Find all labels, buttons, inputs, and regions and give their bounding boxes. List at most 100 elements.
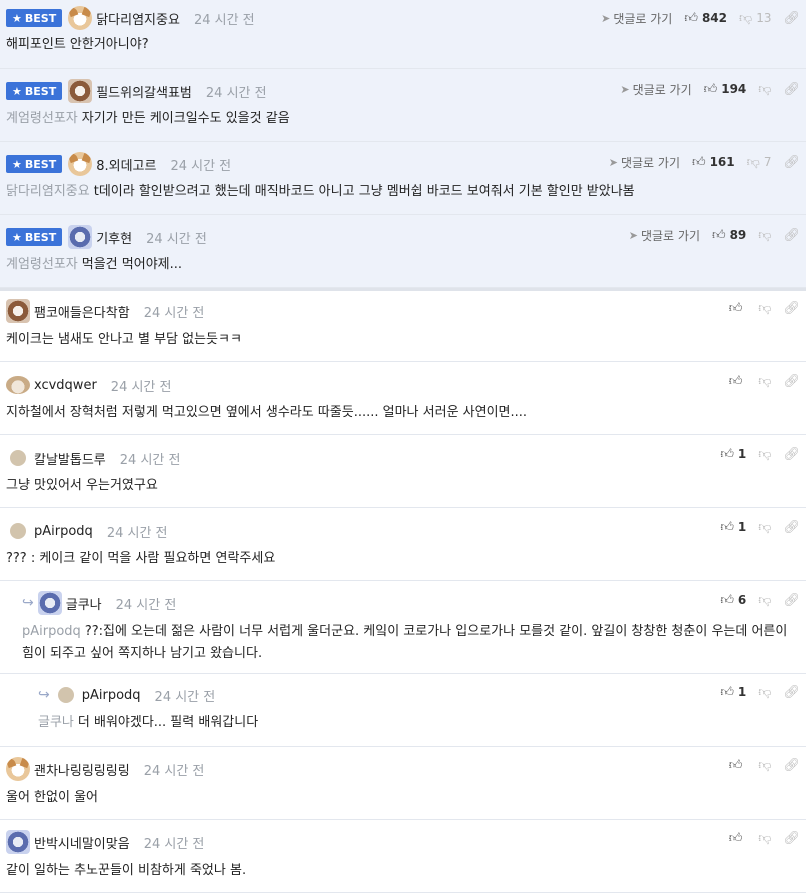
comment-header: 반박시네말이맞음 24 시간 전 [6,830,204,854]
best-comment: ★ BEST 닭다리염지중요 24 시간 전 ➤ 댓글로 가기 👍︎ 842 👎︎ 13… [0,0,806,69]
share-link-button[interactable]: 🔗︎ [783,82,800,97]
share-link-button[interactable]: 🔗︎ [783,374,800,389]
nickname[interactable]: 닭다리염지중요 [96,9,180,28]
timestamp: 24 시간 전 [143,305,205,321]
share-link-button[interactable]: 🔗︎ [783,520,800,535]
downvote-button[interactable]: 👎︎ [758,593,771,608]
nickname[interactable]: 반박시네말이맞음 [34,833,130,852]
reply-target[interactable]: 계엄령선포자 [6,257,78,272]
nickname[interactable]: 칼날발톱드루 [34,449,106,468]
comment-header: 팸코애들은다착함 24 시간 전 [6,299,204,323]
upvote-button[interactable]: 👍︎ 1 [720,685,746,700]
link-icon: 🔗︎ [783,227,800,243]
thumbs-down-icon: 👎︎ [758,446,772,462]
nickname[interactable]: 기후현 [96,228,132,247]
comment-header: ★ BEST 8.외데고르 24 시간 전 [6,152,231,176]
nickname[interactable]: pAirpodq [82,688,141,703]
upvote-button[interactable]: 👍︎ [729,374,747,389]
comment-text: pAirpodq ??:집에 오는데 젊은 사람이 너무 서럽게 울더군요. 케잌… [22,624,788,661]
thumbs-up-icon: 👍︎ [728,300,743,316]
upvote-button[interactable]: 👍︎ [729,758,747,773]
upvote-button[interactable]: 👍︎ 842 [684,11,727,26]
nickname[interactable]: 필드위의갈색표범 [96,82,192,101]
link-icon: 🔗︎ [783,81,800,97]
nickname[interactable]: 8.외데고르 [96,155,156,174]
share-link-button[interactable]: 🔗︎ [783,301,800,316]
thumbs-down-icon: 👎︎ [758,81,772,97]
upvote-button[interactable]: 👍︎ 6 [720,593,746,608]
avatar[interactable] [6,830,30,854]
nickname[interactable]: xcvdqwer [34,378,97,393]
star-icon: ★ [12,230,22,244]
reply-target[interactable]: 글쿠나 [38,715,74,730]
downvote-button[interactable]: 👎︎ [758,374,771,389]
share-link-button[interactable]: 🔗︎ [783,155,800,170]
share-link-button[interactable]: 🔗︎ [783,758,800,773]
avatar[interactable] [10,450,26,466]
share-link-button[interactable]: 🔗︎ [783,447,800,462]
upvote-button[interactable]: 👍︎ [729,301,747,316]
thumbs-up-icon: 👍︎ [720,684,734,700]
avatar[interactable] [68,79,93,103]
thumbs-up-icon: 👍︎ [703,81,718,97]
downvote-button[interactable]: 👎︎ [758,301,771,316]
comment-tools: ➤ 댓글로 가기 👍︎ 161 👎︎ 7 🔗︎ [609,150,800,174]
comment-tools: ➤ 댓글로 가기 👍︎ 842 👎︎ 13 🔗︎ [601,6,800,30]
avatar[interactable] [68,152,93,176]
thumbs-up-icon: 👍︎ [684,10,698,26]
downvote-button[interactable]: 👎︎ [758,228,771,243]
comment: 팸코애들은다착함 24 시간 전 👍︎ 👎︎ 🔗︎ 케이크는 냄새도 안나고 별… [0,291,806,362]
share-link-button[interactable]: 🔗︎ [783,685,800,700]
nickname[interactable]: 글쿠나 [66,594,102,613]
upvote-button[interactable]: 👍︎ 89 [712,228,746,243]
reply-target[interactable]: 계엄령선포자 [6,111,78,126]
goto-comment-link[interactable]: ➤ 댓글로 가기 [620,81,691,98]
goto-comment-link[interactable]: ➤ 댓글로 가기 [629,227,700,244]
reply-target[interactable]: 닭다리염지중요 [6,184,90,199]
comment-text: 계엄령선포자 먹을건 먹어야제... [6,257,183,272]
downvote-button[interactable]: 👎︎ 7 [747,155,772,170]
nickname[interactable]: 팸코애들은다착함 [34,302,130,321]
send-arrow-icon: ➤ [608,155,618,169]
share-link-button[interactable]: 🔗︎ [783,831,800,846]
downvote-button[interactable]: 👎︎ 13 [739,11,771,26]
downvote-button[interactable]: 👎︎ [758,520,771,535]
share-link-button[interactable]: 🔗︎ [783,593,800,608]
upvote-button[interactable]: 👍︎ 1 [720,520,746,535]
avatar[interactable] [6,376,30,394]
share-link-button[interactable]: 🔗︎ [783,11,800,26]
avatar[interactable] [6,299,30,323]
upvote-button[interactable]: 👍︎ [729,831,747,846]
avatar[interactable] [68,225,93,249]
downvote-button[interactable]: 👎︎ [758,447,771,462]
downvote-button[interactable]: 👎︎ [758,82,771,97]
goto-comment-link[interactable]: ➤ 댓글로 가기 [609,154,680,171]
avatar[interactable] [10,523,26,539]
upvote-button[interactable]: 👍︎ 194 [704,82,747,97]
comment-tools: 👍︎ 👎︎ 🔗︎ [729,753,800,777]
comment-header: 괜차나링링링링링 24 시간 전 [6,757,204,781]
comment-text: 닭다리염지중요 t데이라 할인받으려고 했는데 매직바코드 아니고 그냥 멤버쉽 … [6,184,635,199]
avatar[interactable] [68,6,93,30]
timestamp: 24 시간 전 [193,12,255,28]
reply-arrow-icon: ↪ [38,687,50,703]
downvote-button[interactable]: 👎︎ [758,758,771,773]
goto-comment-link[interactable]: ➤ 댓글로 가기 [601,10,672,27]
best-comment: ★ BEST 8.외데고르 24 시간 전 ➤ 댓글로 가기 👍︎ 161 👎︎ 7 🔗… [0,142,806,215]
avatar[interactable] [37,591,62,615]
comment-text: 계엄령선포자 자기가 만든 케이크일수도 있을것 같음 [6,111,290,126]
downvote-button[interactable]: 👎︎ [758,685,771,700]
upvote-button[interactable]: 👍︎ 1 [720,447,746,462]
timestamp: 24 시간 전 [119,452,181,468]
comment: 괜차나링링링링링 24 시간 전 👍︎ 👎︎ 🔗︎ 울어 한없이 울어 [0,747,806,820]
link-icon: 🔗︎ [783,757,800,773]
reply-target[interactable]: pAirpodq [22,624,81,639]
star-icon: ★ [12,84,22,98]
upvote-button[interactable]: 👍︎ 161 [692,155,735,170]
avatar[interactable] [6,757,30,781]
nickname[interactable]: 괜차나링링링링링 [34,760,130,779]
avatar[interactable] [57,687,74,703]
nickname[interactable]: pAirpodq [34,524,93,539]
share-link-button[interactable]: 🔗︎ [783,228,800,243]
downvote-button[interactable]: 👎︎ [758,831,771,846]
